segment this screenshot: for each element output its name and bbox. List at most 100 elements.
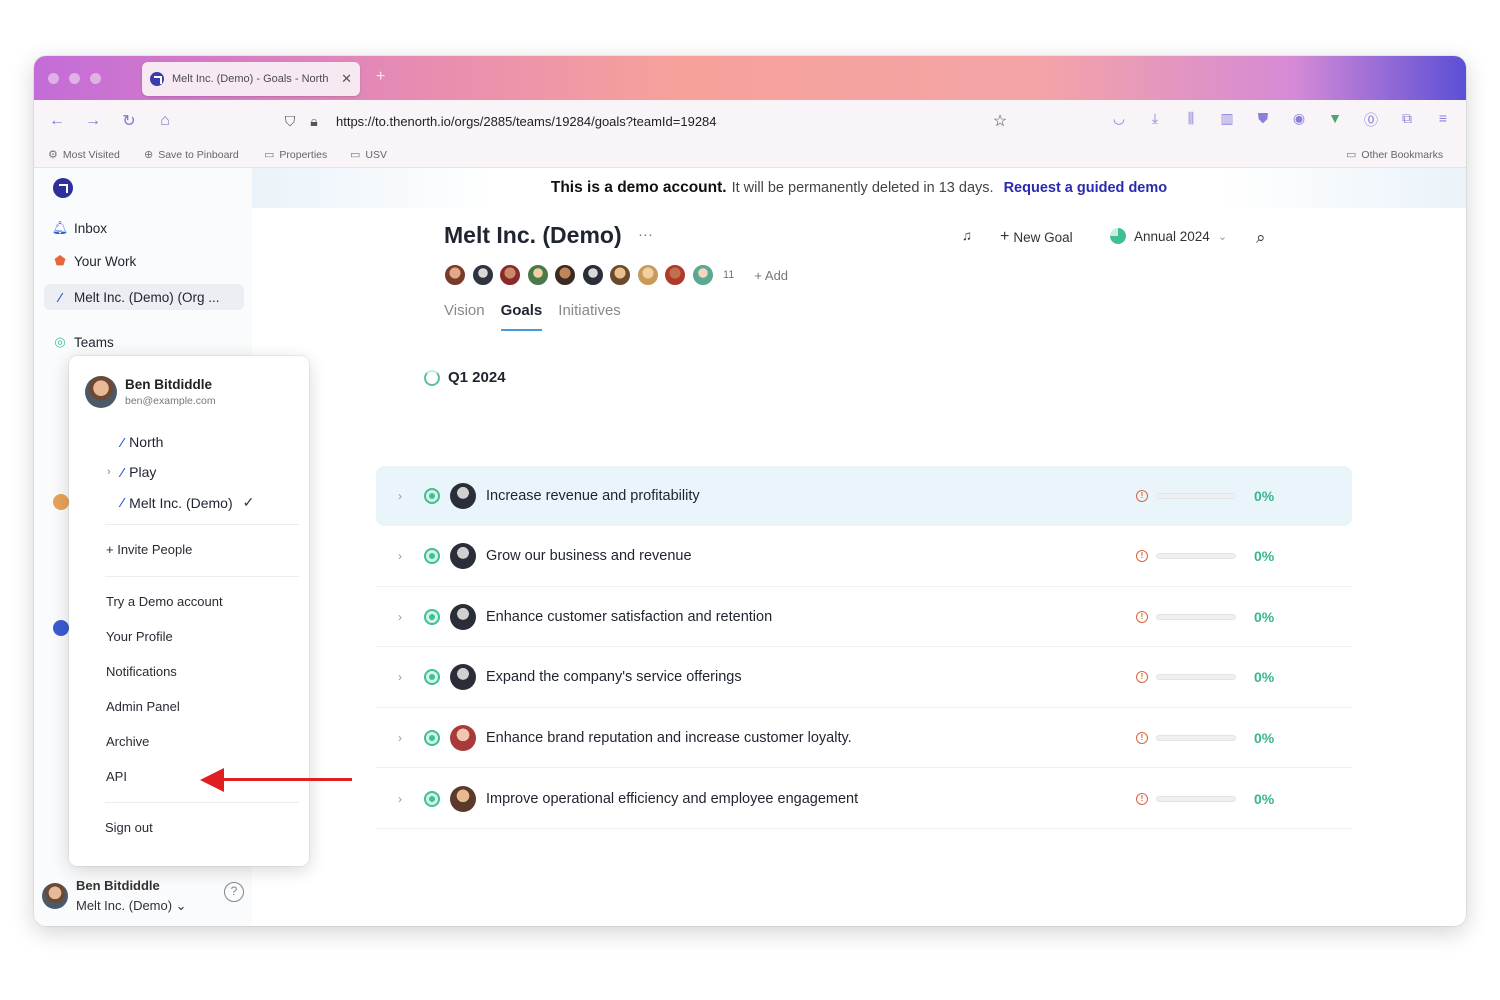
- bookmark-pinboard[interactable]: ⊕ Save to Pinboard: [144, 148, 239, 162]
- period-selector[interactable]: Annual 2024 ⌄: [1110, 228, 1227, 244]
- sidebar-toggle-icon[interactable]: ▥: [1216, 110, 1238, 127]
- menu-hamburger-icon[interactable]: ≡: [1432, 110, 1454, 126]
- goal-title[interactable]: Expand the company's service offerings: [486, 669, 742, 685]
- quarter-header[interactable]: Q1 2024: [424, 369, 506, 386]
- north-favicon-icon: [150, 72, 164, 86]
- sidebar-item-teams[interactable]: ◎ Teams: [52, 334, 113, 350]
- goal-row[interactable]: › Grow our business and revenue! 0%: [376, 527, 1352, 587]
- extensions-icon[interactable]: ⧉: [1396, 110, 1418, 127]
- current-user[interactable]: Ben Bitdiddle Melt Inc. (Demo) ⌄: [42, 876, 187, 916]
- goal-row[interactable]: › Expand the company's service offerings!…: [376, 648, 1352, 708]
- avatar: [450, 785, 476, 812]
- team-dot-icon[interactable]: [53, 620, 69, 636]
- menu-item-notifications[interactable]: Notifications: [106, 664, 177, 679]
- member-avatar[interactable]: [581, 264, 604, 286]
- url-bar[interactable]: ⛉ 🔒︎ https://to.thenorth.io/orgs/2885/te…: [278, 106, 1012, 136]
- menu-org-melt[interactable]: ⁄ Melt Inc. (Demo) ✓: [121, 494, 254, 511]
- tab-initiatives[interactable]: Initiatives: [558, 302, 621, 331]
- member-avatar[interactable]: [636, 264, 659, 286]
- sidebar-item-inbox[interactable]: 🔔︎ Inbox: [52, 220, 107, 236]
- goal-title[interactable]: Enhance brand reputation and increase cu…: [486, 730, 852, 746]
- chevron-right-icon[interactable]: ›: [398, 549, 402, 563]
- invite-people-item[interactable]: + Invite People: [106, 542, 192, 557]
- add-member-button[interactable]: + Add: [754, 268, 788, 283]
- member-count: 11: [723, 269, 735, 281]
- tab-vision[interactable]: Vision: [444, 302, 485, 331]
- goal-title[interactable]: Improve operational efficiency and emplo…: [486, 791, 858, 807]
- download-icon[interactable]: ⤓: [1144, 110, 1166, 127]
- member-avatar[interactable]: [554, 264, 576, 286]
- north-logo-icon[interactable]: [53, 178, 73, 198]
- home-icon[interactable]: ⌂: [154, 110, 176, 132]
- chevron-right-icon[interactable]: ›: [398, 792, 402, 806]
- sidebar-item-label: Your Work: [74, 253, 137, 269]
- member-avatar[interactable]: [444, 264, 466, 286]
- menu-item-api[interactable]: API: [106, 769, 127, 784]
- goal-title[interactable]: Grow our business and revenue: [486, 548, 692, 564]
- member-avatar[interactable]: [691, 264, 714, 286]
- url-text[interactable]: https://to.thenorth.io/orgs/2885/teams/1…: [336, 114, 988, 129]
- goal-row[interactable]: › Increase revenue and profitability! 0%: [376, 466, 1352, 526]
- reload-icon[interactable]: ↻: [118, 110, 140, 132]
- goal-status-icon: [424, 488, 440, 504]
- new-goal-button[interactable]: + New Goal: [1000, 228, 1073, 246]
- privacy-shield-icon[interactable]: ⛊: [1252, 110, 1274, 127]
- sidebar-item-your-work[interactable]: ⬟ Your Work: [52, 253, 136, 269]
- goal-title[interactable]: Enhance customer satisfaction and retent…: [486, 609, 772, 625]
- bookmark-usv[interactable]: ▭ USV: [350, 148, 387, 162]
- minimize-window-button[interactable]: [69, 73, 80, 84]
- menu-item-admin[interactable]: Admin Panel: [106, 699, 180, 714]
- request-demo-link[interactable]: Request a guided demo: [1004, 180, 1168, 196]
- library-icon[interactable]: ⫼: [1180, 110, 1202, 127]
- help-icon[interactable]: ?: [224, 882, 244, 902]
- goal-row[interactable]: › Enhance customer satisfaction and reten…: [376, 587, 1352, 648]
- member-avatar[interactable]: [499, 264, 521, 286]
- member-avatar[interactable]: [471, 264, 494, 286]
- notification-bell-icon[interactable]: ♫: [962, 228, 972, 243]
- password-icon[interactable]: ⓪: [1360, 110, 1382, 130]
- goal-row[interactable]: › Enhance brand reputation and increase c…: [376, 708, 1352, 769]
- close-tab-icon[interactable]: ✕: [341, 71, 352, 87]
- menu-user-name: Ben Bitdiddle: [125, 377, 212, 392]
- bookmark-most-visited[interactable]: ⚙ Most Visited: [48, 148, 120, 162]
- menu-item-profile[interactable]: Your Profile: [106, 629, 173, 644]
- close-window-button[interactable]: [48, 73, 59, 84]
- chevron-right-icon[interactable]: ›: [398, 489, 402, 503]
- menu-item-demo[interactable]: Try a Demo account: [106, 594, 223, 609]
- sidebar-item-org[interactable]: ⁄ Melt Inc. (Demo) (Org ...: [44, 284, 244, 310]
- folder-icon: ▭: [350, 149, 361, 161]
- back-icon[interactable]: ←: [46, 110, 68, 132]
- member-avatar[interactable]: [664, 264, 686, 286]
- org-switcher[interactable]: Melt Inc. (Demo) ⌄: [76, 896, 187, 916]
- browser-tab[interactable]: Melt Inc. (Demo) - Goals - North ✕: [142, 62, 360, 96]
- member-avatar[interactable]: [526, 264, 549, 286]
- team-dot-icon[interactable]: [53, 494, 69, 510]
- bookmark-star-icon[interactable]: ☆: [988, 111, 1012, 131]
- forward-icon[interactable]: →: [82, 110, 104, 132]
- search-icon[interactable]: ⌕: [1256, 228, 1266, 248]
- menu-org-north[interactable]: ⁄ North: [121, 434, 163, 450]
- shield-icon[interactable]: ⛉: [278, 113, 302, 130]
- bookmark-other[interactable]: ▭ Other Bookmarks: [1346, 148, 1443, 162]
- sidebar-item-label: Inbox: [74, 220, 108, 236]
- goal-row[interactable]: › Improve operational efficiency and empl…: [376, 769, 1352, 829]
- tab-goals[interactable]: Goals: [500, 302, 543, 331]
- bookmark-properties[interactable]: ▭ Properties: [264, 148, 327, 162]
- chevron-right-icon[interactable]: ›: [107, 466, 111, 478]
- menu-item-archive[interactable]: Archive: [106, 734, 149, 749]
- more-options-icon[interactable]: ···: [638, 226, 653, 243]
- menu-org-play[interactable]: ⁄ Play: [121, 464, 156, 480]
- member-avatar[interactable]: [609, 264, 631, 286]
- lock-icon[interactable]: 🔒︎: [302, 113, 326, 130]
- pocket-icon[interactable]: ◡: [1108, 110, 1130, 127]
- maximize-window-button[interactable]: [90, 73, 101, 84]
- chevron-right-icon[interactable]: ›: [398, 670, 402, 684]
- account-icon[interactable]: ◉: [1288, 110, 1310, 127]
- extension-v-icon[interactable]: ▼: [1324, 110, 1346, 126]
- goal-title[interactable]: Increase revenue and profitability: [486, 488, 700, 504]
- chevron-right-icon[interactable]: ›: [398, 610, 402, 624]
- chevron-right-icon[interactable]: ›: [398, 731, 402, 745]
- goal-progress-bar: [1156, 734, 1236, 741]
- new-tab-icon[interactable]: +: [376, 68, 385, 86]
- sign-out-item[interactable]: Sign out: [105, 820, 153, 835]
